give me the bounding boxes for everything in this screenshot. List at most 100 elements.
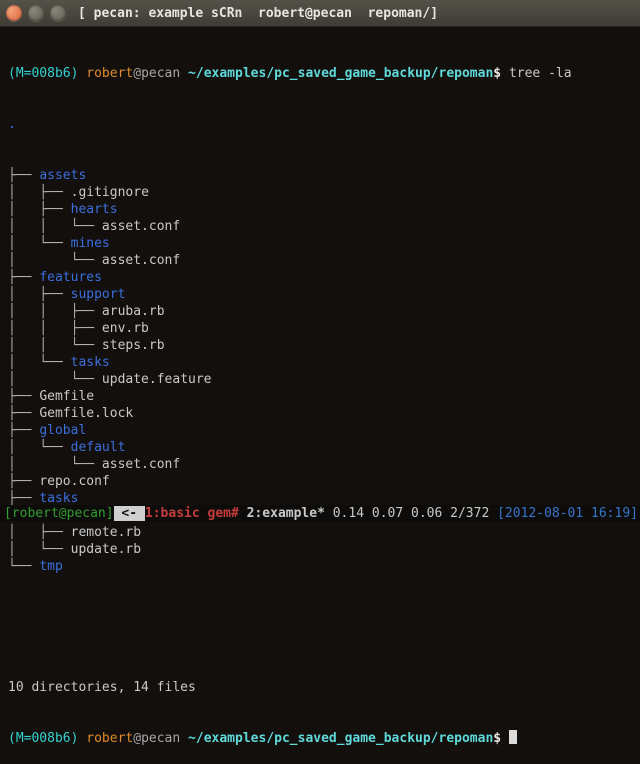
tree-file: │ │ ├── aruba.rb [8,303,632,320]
tree-summary: 10 directories, 14 files [8,679,632,696]
tree-branch-icon: │ │ ├── [8,321,102,336]
status-sep: <- [114,506,145,521]
tree-branch-icon: └── [8,559,39,574]
file-name: update.rb [71,542,141,557]
tree-branch-icon: │ │ ├── [8,304,102,319]
tree-file: │ │ ├── env.rb [8,320,632,337]
prompt-line-2: (M=008b6) robert@pecan ~/examples/pc_sav… [8,730,632,747]
tree-file: ├── Gemfile.lock [8,405,632,422]
prompt-line: (M=008b6) robert@pecan ~/examples/pc_sav… [8,65,632,82]
tree-branch-icon: │ ├── [8,202,71,217]
status-session: [robert@pecan] [4,506,114,521]
window-title: [ pecan: example sCRn robert@pecan repom… [78,5,438,22]
tree-dir: ├── assets [8,167,632,184]
dir-name: mines [71,236,110,251]
tree-branch-icon: │ │ └── [8,219,102,234]
minimize-icon[interactable] [28,5,44,21]
prompt-path: ~/examples/pc_saved_game_backup/repoman [188,66,493,81]
dir-name: features [39,270,102,285]
tree-dir: │ └── default [8,439,632,456]
prompt-user: robert [86,731,133,746]
tree-summary-block: 10 directories, 14 files (M=008b6) rober… [0,592,640,764]
tree-branch-icon: │ ├── [8,185,71,200]
tree-branch-icon: ├── [8,270,39,285]
dir-name: hearts [71,202,118,217]
tree-branch-icon: │ └── [8,236,71,251]
file-name: Gemfile.lock [39,406,133,421]
status-date: [2012-08-01 16:19] [497,506,638,521]
tree-branch-icon: │ └── [8,457,102,472]
file-name: update.feature [102,372,212,387]
tree-file: │ │ └── steps.rb [8,337,632,354]
tree-dir: │ ├── support [8,286,632,303]
tree-branch-icon: │ └── [8,542,71,557]
prompt-host: pecan [141,731,180,746]
tree-branch-icon: │ ├── [8,525,71,540]
file-name: aruba.rb [102,304,165,319]
dir-name: tmp [39,559,62,574]
tree-dir: └── tmp [8,558,632,575]
tree-branch-icon: │ ├── [8,287,71,302]
tree-branch-icon: ├── [8,389,39,404]
tree-branch-icon: ├── [8,168,39,183]
file-name: repo.conf [39,474,109,489]
tree-dir: ├── features [8,269,632,286]
tree-root: . [8,116,632,133]
prompt-sym: $ [493,731,501,746]
tree-branch-icon: ├── [8,474,39,489]
prompt-host: pecan [141,66,180,81]
file-name: steps.rb [102,338,165,353]
file-name: asset.conf [102,219,180,234]
tree-branch-icon: ├── [8,406,39,421]
prompt-sym: $ [493,66,501,81]
tree-dir: │ ├── hearts [8,201,632,218]
prompt-at: @ [133,731,141,746]
file-name: asset.conf [102,457,180,472]
tree-branch-icon: │ └── [8,372,102,387]
tree-file: │ ├── remote.rb [8,524,632,541]
tree-file: ├── Gemfile [8,388,632,405]
file-name: Gemfile [39,389,94,404]
dir-name: tasks [71,355,110,370]
tree-branch-icon: │ └── [8,440,71,455]
maximize-icon[interactable] [50,5,66,21]
tree-file: │ ├── .gitignore [8,184,632,201]
status-load: 0.14 0.07 0.06 2/372 [333,506,497,521]
prompt-path: ~/examples/pc_saved_game_backup/repoman [188,731,493,746]
blank-line [8,628,632,645]
tree-branch-icon: │ └── [8,253,102,268]
window-titlebar: [ pecan: example sCRn robert@pecan repom… [0,0,640,27]
tree-file: │ └── asset.conf [8,456,632,473]
prompt-command: tree -la [509,66,572,81]
status-window-1[interactable]: 1:basic gem# [145,506,239,521]
tree-dir: │ └── mines [8,235,632,252]
file-name: env.rb [102,321,149,336]
tree-file: ├── repo.conf [8,473,632,490]
prompt-user: robert [86,66,133,81]
tree-dir: │ └── tasks [8,354,632,371]
tree-file: │ └── update.rb [8,541,632,558]
tree-dir: ├── global [8,422,632,439]
dir-name: default [71,440,126,455]
status-window-2[interactable]: 2:example* [239,506,333,521]
tree-branch-icon: │ └── [8,355,71,370]
prompt-at: @ [133,66,141,81]
close-icon[interactable] [6,5,22,21]
file-name: remote.rb [71,525,141,540]
dir-name: support [71,287,126,302]
tree-file: │ │ └── asset.conf [8,218,632,235]
tmux-status-bar: [robert@pecan] <- 1:basic gem# 2:example… [0,505,640,522]
dir-name: global [39,423,86,438]
dir-name: assets [39,168,86,183]
tree-branch-icon: ├── [8,423,39,438]
tree-branch-icon: ├── [8,491,39,506]
prompt-marker: (M=008b6) [8,731,78,746]
file-name: asset.conf [102,253,180,268]
file-name: .gitignore [71,185,149,200]
tree-file: │ └── update.feature [8,371,632,388]
tree-file: │ └── asset.conf [8,252,632,269]
prompt-marker: (M=008b6) [8,66,78,81]
dir-name: tasks [39,491,78,506]
cursor-icon [509,730,517,744]
tree-branch-icon: │ │ └── [8,338,102,353]
